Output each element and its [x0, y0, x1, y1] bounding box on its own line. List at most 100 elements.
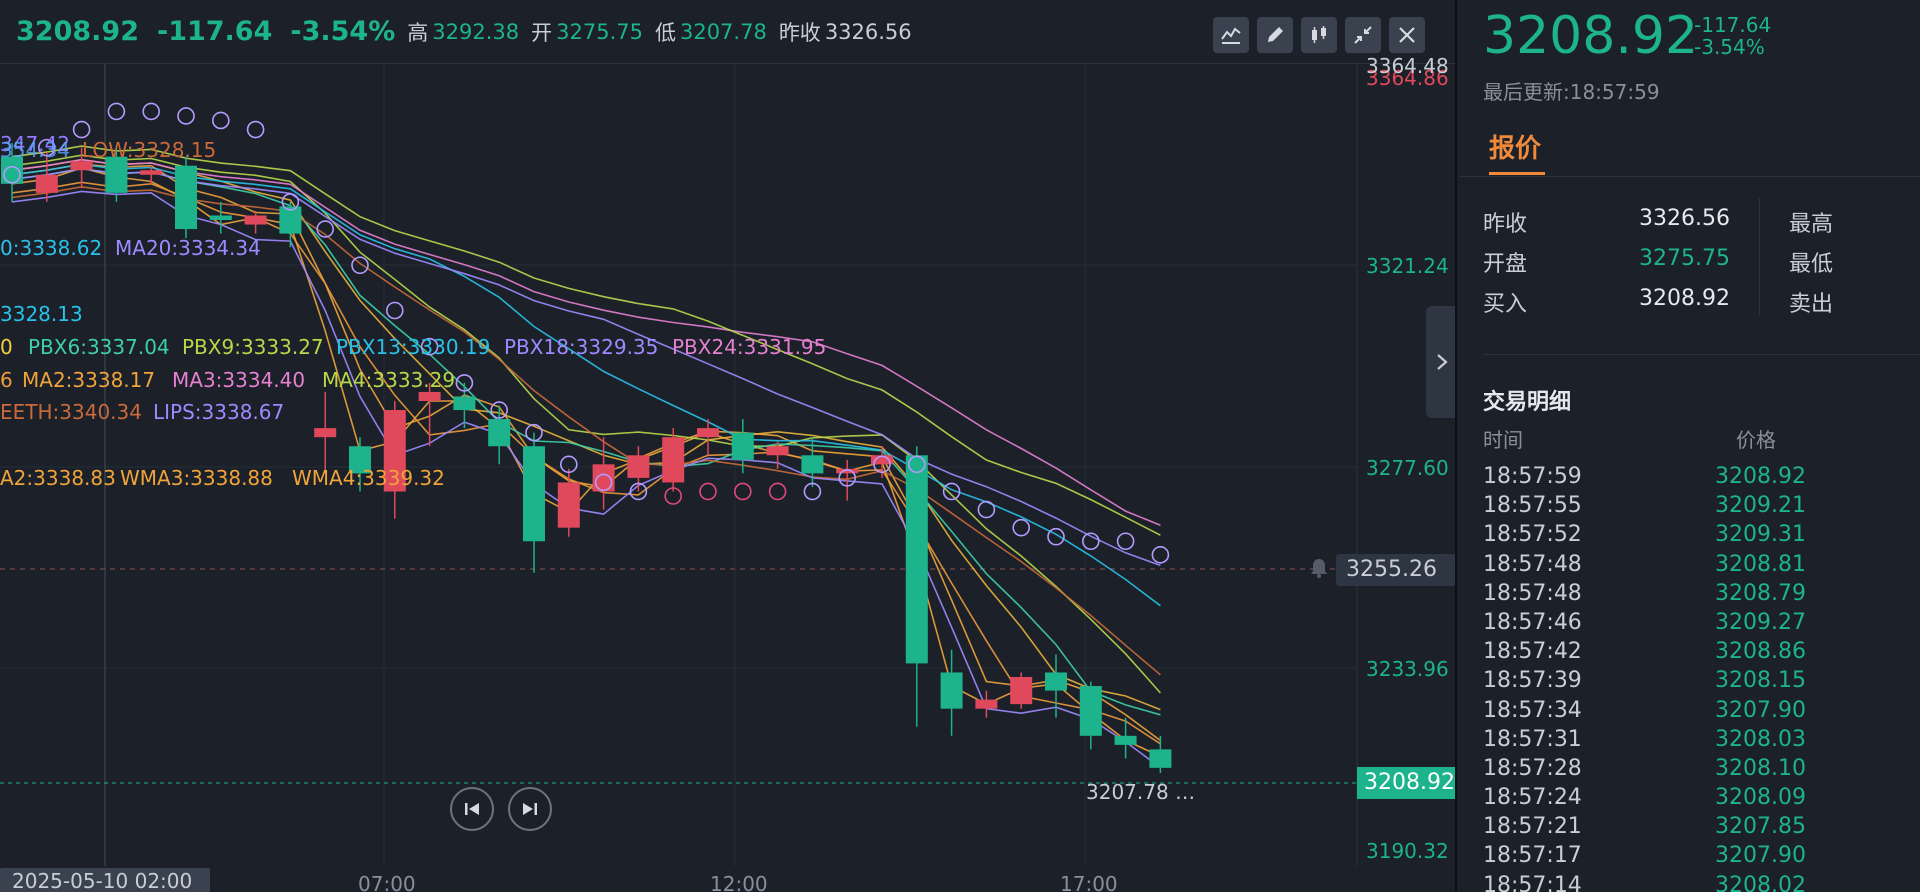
time-axis-tick: 17:00 — [1060, 872, 1118, 892]
trade-time: 18:57:52 — [1483, 522, 1582, 548]
candle-type-button[interactable] — [1301, 17, 1337, 53]
candle-body — [35, 174, 58, 193]
price-alert-tag[interactable]: 3255.26 — [1336, 554, 1455, 586]
trade-price: 3209.27 — [1715, 609, 1806, 635]
trade-row: 18:57:48 3208.81 — [1483, 552, 1913, 581]
low-marker-value: 3207.78 — [1086, 780, 1169, 804]
low-value: 3207.78 — [679, 19, 767, 44]
current-price-tag: 3208.92 — [1357, 767, 1455, 799]
quote-high-label: 最高 — [1789, 212, 1834, 237]
price-axis-tick: 3277.60 — [1366, 456, 1449, 480]
sar-point — [385, 301, 404, 320]
sar-point — [733, 482, 752, 501]
trade-price: 3208.02 — [1715, 872, 1806, 892]
candle-body — [1045, 672, 1067, 691]
trade-price: 3208.03 — [1715, 726, 1806, 752]
trade-price: 3207.90 — [1715, 697, 1806, 723]
trade-price: 3208.09 — [1715, 785, 1806, 811]
trade-time: 18:57:17 — [1483, 843, 1582, 869]
step-forward-button[interactable] — [508, 787, 552, 831]
expand-panel-button[interactable] — [1426, 306, 1455, 418]
quote-low-label: 最低 — [1789, 252, 1834, 277]
prev-close-label: 昨收 — [778, 20, 821, 45]
line-chart-button[interactable] — [1213, 17, 1249, 53]
trade-row: 18:57:21 3207.85 — [1483, 814, 1913, 843]
trade-list[interactable]: 18:57:59 3208.92 18:57:55 3209.21 18:57:52 32… — [1483, 464, 1913, 892]
close-button[interactable] — [1389, 17, 1425, 53]
indicator-ma2: MA2:3338.17 — [22, 368, 156, 392]
candle-body — [627, 455, 650, 478]
candle-body — [1149, 749, 1172, 768]
candle-body — [244, 215, 267, 225]
trade-time: 18:57:59 — [1483, 464, 1582, 489]
candle-body — [592, 464, 615, 492]
candle-body — [209, 215, 232, 221]
draw-button[interactable] — [1257, 17, 1293, 53]
tab-divider — [1459, 176, 1920, 177]
chart-panel[interactable]: 3208.92 -117.64 -3.54% 高 3292.38 开 3275.… — [0, 0, 1457, 892]
low-marker-suffix: … — [1175, 780, 1196, 804]
candle-body — [1079, 686, 1102, 736]
step-back-button[interactable] — [450, 787, 494, 831]
trade-price: 3209.21 — [1715, 493, 1806, 519]
quote-divider — [1759, 198, 1760, 316]
indicator-pbx9: PBX9:3333.27 — [182, 335, 324, 359]
trade-time: 18:57:14 — [1483, 872, 1582, 892]
trade-row: 18:57:59 3208.92 — [1483, 464, 1913, 493]
sar-point — [142, 102, 160, 121]
compress-button[interactable] — [1345, 17, 1381, 53]
indicator-value: 354.34 — [0, 138, 70, 162]
candle-body — [662, 437, 685, 483]
sar-point — [1151, 546, 1170, 564]
price-axis-top-a: 3364.48 — [1366, 54, 1449, 78]
close-icon — [1399, 27, 1415, 43]
quote-prev-close-value: 3326.56 — [1639, 206, 1730, 231]
trade-time: 18:57:34 — [1483, 697, 1582, 723]
price-axis-tick: 3321.24 — [1366, 254, 1449, 278]
indicator-pbx24: PBX24:3331.95 — [672, 335, 827, 359]
sar-point — [1116, 532, 1135, 551]
indicator-pbx6: PBX6:3337.04 — [28, 335, 170, 359]
side-change-pct: -3.54% — [1694, 35, 1765, 59]
crosshair-date-tag: 2025-05-10 02:00 — [0, 868, 210, 892]
bell-icon[interactable] — [1308, 557, 1330, 579]
trade-price: 3208.79 — [1715, 580, 1806, 606]
pencil-icon — [1268, 27, 1283, 42]
last-update: 最后更新:18:57:59 — [1483, 80, 1660, 104]
candle-body — [940, 672, 963, 709]
candlestick-chart[interactable] — [0, 0, 1457, 892]
trade-time: 18:57:42 — [1483, 639, 1582, 665]
trade-row: 18:57:28 3208.10 — [1483, 756, 1913, 785]
trade-price: 3207.85 — [1715, 814, 1806, 840]
candle-body — [523, 446, 545, 542]
trade-price: 3208.81 — [1715, 551, 1806, 577]
indicator-ma4: MA4:3333.29 — [322, 368, 456, 392]
header-change-pct: -3.54% — [290, 16, 396, 47]
quote-prev-close-label: 昨收 — [1483, 212, 1528, 237]
indicator-value: 3328.13 — [0, 302, 83, 326]
high-label: 高 — [407, 20, 429, 45]
trade-time: 18:57:48 — [1483, 551, 1582, 577]
trade-time: 18:57:55 — [1483, 493, 1582, 519]
trade-detail-title: 交易明细 — [1483, 390, 1572, 415]
candle-body — [557, 482, 580, 528]
trade-row: 18:57:24 3208.09 — [1483, 785, 1913, 814]
tab-quote[interactable]: 报价 — [1489, 128, 1541, 165]
sar-point — [107, 102, 126, 121]
trade-row: 18:57:34 3207.90 — [1483, 698, 1913, 727]
trade-price: 3208.86 — [1715, 639, 1806, 665]
candle-body — [731, 432, 754, 460]
prev-close-value: 3326.56 — [824, 19, 912, 44]
header-price: 3208.92 — [16, 16, 139, 47]
time-axis-tick: 07:00 — [358, 872, 416, 892]
column-header-time: 时间 — [1483, 428, 1523, 452]
sar-point — [1012, 518, 1031, 537]
side-change-value: -117.64 — [1694, 13, 1772, 37]
indicator-line — [11, 181, 1161, 745]
candle-body — [697, 428, 719, 438]
trade-time: 18:57:21 — [1483, 814, 1582, 840]
trade-row: 18:57:46 3209.27 — [1483, 610, 1913, 639]
skip-forward-icon — [523, 803, 537, 815]
trade-price: 3208.92 — [1715, 464, 1806, 489]
quote-open-value: 3275.75 — [1639, 246, 1730, 271]
